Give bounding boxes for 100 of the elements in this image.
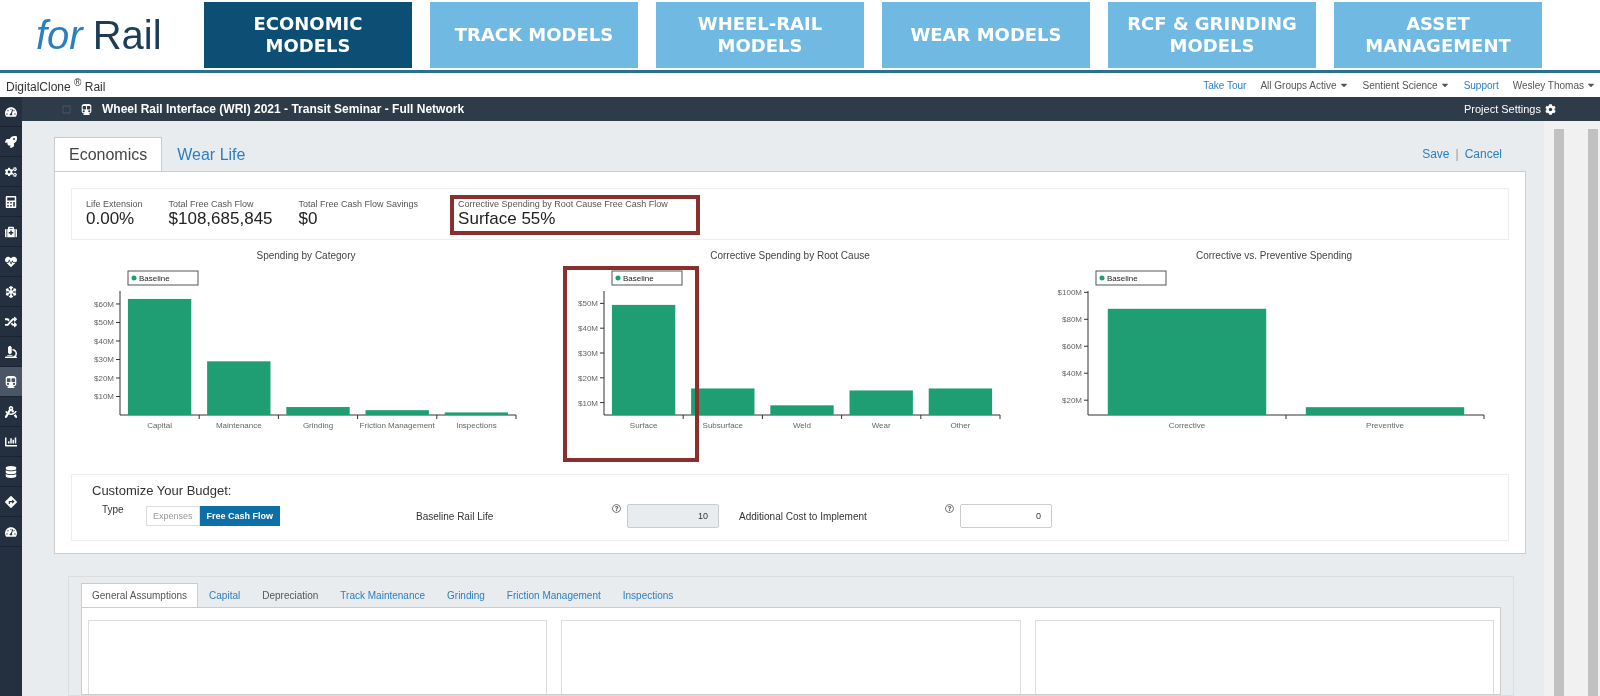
axis-category-label: Weld	[792, 421, 812, 430]
axis-tick-label: $60M	[94, 299, 114, 309]
tab[interactable]: General Assumptions	[81, 583, 199, 607]
toggle-option[interactable]: Free Cash Flow	[199, 506, 281, 526]
bar	[691, 388, 755, 415]
axis-tick-label: $30M	[94, 355, 114, 365]
gauge-icon	[5, 105, 17, 118]
cancel-link[interactable]: Cancel	[1464, 147, 1502, 161]
tab[interactable]: Economics	[54, 137, 163, 171]
bar	[928, 388, 993, 415]
scrollbar[interactable]	[1544, 121, 1600, 696]
stat-value: Surface 55%	[458, 209, 557, 229]
toggle-option[interactable]: Expenses	[146, 506, 200, 526]
axis-tick-label: $40M	[578, 324, 598, 334]
save-link[interactable]: Save	[1422, 147, 1450, 161]
axis-category-label: Wear	[871, 421, 891, 430]
bar	[365, 410, 429, 415]
project-settings-button[interactable]: Project Settings	[1457, 102, 1562, 116]
model-tab[interactable]: ECONOMIC MODELS	[204, 2, 412, 68]
axis-tick-label: $40M	[1062, 369, 1082, 379]
field-label: Baseline Rail Life	[416, 510, 495, 522]
help-icon[interactable]	[945, 504, 954, 513]
axis-category-label: Surface	[629, 421, 658, 430]
tab[interactable]: Track Maintenance	[329, 583, 437, 607]
bar	[286, 407, 350, 415]
axis-tick-label: $20M	[94, 374, 114, 383]
number-field[interactable]: 0	[960, 504, 1052, 528]
stat-label: Total Free Cash Flow Savings	[298, 199, 419, 209]
heartbeat-icon	[5, 255, 17, 268]
axis-category-label: Corrective	[1168, 421, 1206, 430]
axis-tick-label: $50M	[94, 318, 114, 328]
gears-icon	[5, 165, 17, 178]
model-tab[interactable]: RCF & GRINDING MODELS	[1108, 2, 1316, 68]
snowflake-icon	[5, 285, 17, 298]
axis-tick-label: $60M	[1062, 342, 1082, 352]
bar-chart-icon	[5, 435, 17, 448]
rocket-icon	[5, 135, 17, 148]
train-icon	[81, 103, 92, 115]
chart-title: Corrective vs. Preventive Spending	[1195, 250, 1353, 261]
nav-link[interactable]: Support	[1463, 79, 1499, 91]
axis-category-label: Friction Management	[359, 421, 435, 430]
logo: for Rail	[36, 12, 163, 58]
stat-label: Total Free Cash Flow	[168, 199, 255, 209]
axis-category-label: Capital	[147, 421, 173, 430]
app-name: DigitalClone $^{®}$ Rail	[6, 76, 106, 94]
separator: |	[1455, 147, 1459, 161]
stat-value: $0	[298, 209, 319, 229]
nav-dropdown[interactable]: All Groups Active	[1260, 79, 1349, 91]
legend-label: Baseline	[1107, 274, 1138, 283]
model-tab[interactable]: ASSET MANAGEMENT	[1334, 2, 1542, 68]
legend-label: Baseline	[623, 274, 654, 283]
legend	[127, 270, 199, 286]
settings-icon	[1545, 103, 1556, 115]
compass-icon	[5, 405, 17, 418]
stat-value: $108,685,845	[168, 209, 273, 229]
legend-label: Baseline	[139, 274, 170, 283]
bar	[444, 412, 509, 415]
axis-tick-label: $100M	[1057, 288, 1082, 298]
gauge-icon	[5, 525, 17, 538]
help-icon[interactable]	[612, 504, 621, 513]
calculator-icon	[5, 195, 17, 208]
tab[interactable]: Friction Management	[495, 583, 612, 607]
sidebar-item[interactable]	[0, 367, 22, 397]
nav-dropdown[interactable]: Wesley Thomas	[1512, 79, 1596, 91]
bar	[770, 405, 834, 415]
axis-tick-label: $80M	[1062, 315, 1082, 325]
axis-category-label: Subsurface	[702, 421, 744, 430]
model-tab[interactable]: TRACK MODELS	[430, 2, 638, 68]
model-tab[interactable]: WEAR MODELS	[882, 2, 1090, 68]
legend	[1095, 270, 1167, 286]
medkit-icon	[5, 225, 17, 238]
shuffle-icon	[5, 315, 17, 328]
axis-tick-label: $30M	[578, 349, 598, 358]
tab[interactable]: Capital	[198, 583, 252, 607]
axis-tick-label: $10M	[94, 392, 114, 402]
bar	[207, 361, 271, 415]
axis-tick-label: $40M	[94, 336, 114, 346]
database-icon	[5, 465, 17, 478]
nav-dropdown[interactable]: Sentient Science	[1362, 79, 1450, 91]
axis-tick-label: $20M	[578, 373, 598, 383]
tab[interactable]: Inspections	[611, 583, 685, 607]
project-title: Wheel Rail Interface (WRI) 2021 - Transit Seminar - Full Network	[102, 102, 465, 116]
stat-label: Corrective Spending by Root Cause Free Cash Flow	[458, 199, 669, 209]
axis-category-label: Inspections	[456, 421, 497, 430]
axis-category-label: Grinding	[302, 421, 334, 430]
bar	[849, 390, 913, 415]
axis-tick-label: $50M	[578, 299, 598, 309]
chart-title: Spending by Category	[256, 250, 356, 261]
type-label: Type	[101, 504, 125, 515]
tab[interactable]: Grinding	[436, 583, 496, 607]
nav-link[interactable]: Take Tour	[1203, 79, 1247, 91]
field-label: Additional Cost to Implement	[739, 510, 868, 522]
axis-category-label: Maintenance	[215, 421, 262, 430]
budget-title: Customize Your Budget:	[92, 483, 233, 498]
axis-category-label: Preventive	[1366, 421, 1404, 430]
tab[interactable]: Wear Life	[162, 137, 261, 171]
axis-category-label: Other	[950, 421, 971, 430]
model-tab[interactable]: WHEEL-RAIL MODELS	[656, 2, 864, 68]
microscope-icon	[5, 345, 17, 358]
train-icon	[5, 375, 17, 388]
